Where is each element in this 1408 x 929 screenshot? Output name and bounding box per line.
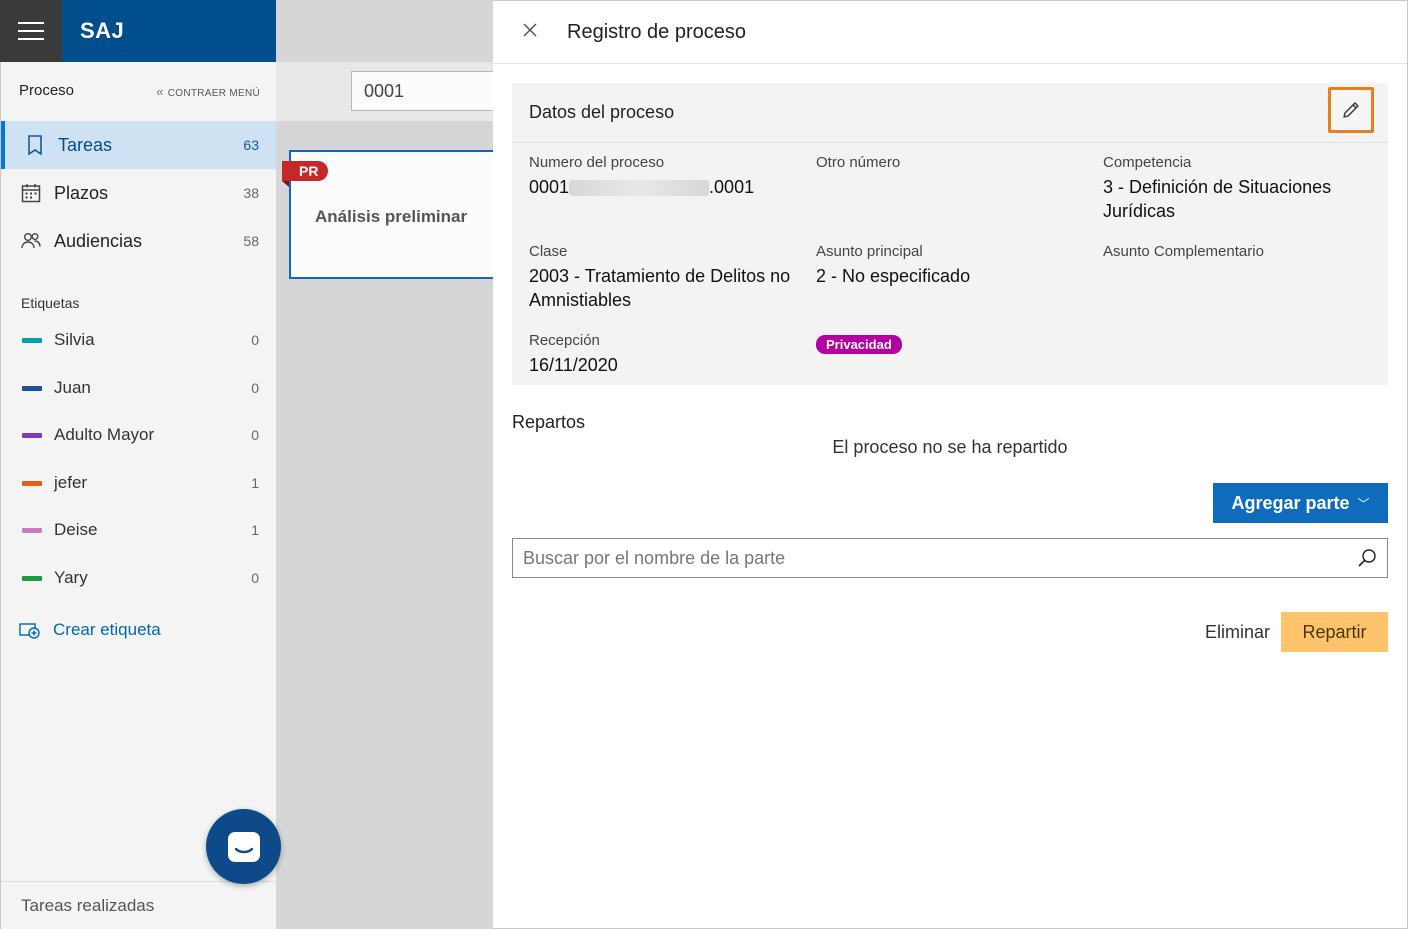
repartos-empty-message: El proceso no se ha repartido bbox=[832, 437, 1068, 457]
section-title: Datos del proceso bbox=[529, 102, 675, 122]
close-icon[interactable] bbox=[521, 21, 539, 39]
create-tag-link[interactable]: Crear etiqueta bbox=[19, 620, 161, 640]
tag-color-swatch bbox=[22, 481, 42, 486]
bookmark-icon bbox=[28, 135, 42, 155]
process-data-section: Datos del proceso Numero del proceso 000… bbox=[512, 83, 1388, 385]
add-party-button[interactable]: Agregar parte ﹀ bbox=[1213, 483, 1388, 523]
search-icon[interactable] bbox=[1357, 548, 1377, 568]
party-search-field bbox=[512, 538, 1388, 578]
sidebar-item-plazos[interactable]: Plazos 38 bbox=[1, 169, 277, 217]
calendar-icon bbox=[21, 184, 41, 203]
hamburger-menu-icon[interactable] bbox=[0, 0, 62, 62]
field-asunto-complementario: Asunto Complementario bbox=[1103, 243, 1264, 260]
distribute-button[interactable]: Repartir bbox=[1281, 612, 1388, 652]
sidebar-title: Proceso bbox=[19, 82, 75, 99]
field-otro-numero: Otro número bbox=[816, 154, 901, 171]
collapse-menu-button[interactable]: «CONTRAER MENÚ bbox=[156, 84, 260, 99]
field-asunto-principal: Asunto principal 2 - No especificado bbox=[816, 243, 971, 286]
tag-item-silvia[interactable]: Silvia 0 bbox=[1, 318, 277, 365]
pencil-icon bbox=[1343, 102, 1359, 118]
tag-item-juan[interactable]: Juan 0 bbox=[1, 366, 277, 413]
chat-icon bbox=[227, 831, 260, 862]
sidebar-item-audiencias[interactable]: Audiencias 58 bbox=[1, 217, 277, 265]
task-card-title: Análisis preliminar bbox=[315, 207, 468, 226]
repartos-heading: Repartos bbox=[512, 412, 586, 432]
chat-launcher-button[interactable] bbox=[206, 809, 281, 884]
sidebar: Proceso «CONTRAER MENÚ Tareas 63 Plazos … bbox=[0, 62, 277, 929]
tags-heading: Etiquetas bbox=[21, 295, 80, 311]
tag-color-swatch bbox=[22, 433, 42, 438]
chevron-down-icon: ﹀ bbox=[1357, 496, 1370, 511]
tag-item-deise[interactable]: Deise 1 bbox=[1, 508, 277, 555]
app-brand: SAJ bbox=[80, 18, 125, 43]
tag-color-swatch bbox=[22, 528, 42, 533]
delete-button[interactable]: Eliminar bbox=[1205, 622, 1270, 643]
tag-item-jefer[interactable]: jefer 1 bbox=[1, 461, 277, 508]
task-phase-badge: PR bbox=[282, 161, 329, 187]
tag-color-swatch bbox=[22, 338, 42, 343]
redacted-number bbox=[569, 180, 710, 197]
process-registry-panel: Registro de proceso Datos del proceso Nu… bbox=[493, 0, 1408, 929]
field-recepcion: Recepción 16/11/2020 bbox=[529, 332, 618, 375]
tag-item-adulto-mayor[interactable]: Adulto Mayor 0 bbox=[1, 413, 277, 460]
tag-item-yary[interactable]: Yary 0 bbox=[1, 556, 277, 603]
field-clase: Clase 2003 - Tratamiento de Delitos no A… bbox=[529, 243, 791, 310]
people-icon bbox=[21, 233, 41, 249]
double-chevron-left-icon: « bbox=[156, 84, 164, 99]
tag-color-swatch bbox=[22, 576, 42, 581]
task-board: 0001 PR Análisis preliminar bbox=[276, 0, 511, 929]
panel-title: Registro de proceso bbox=[567, 21, 746, 43]
section-header: Datos del proceso bbox=[512, 83, 1388, 143]
completed-tasks-footer[interactable]: Tareas realizadas bbox=[1, 881, 277, 929]
process-search-input[interactable]: 0001 bbox=[351, 71, 511, 111]
panel-header: Registro de proceso bbox=[493, 1, 1407, 64]
board-toolbar: 0001 bbox=[276, 62, 511, 121]
field-competencia: Competencia 3 - Definición de Situacione… bbox=[1103, 154, 1332, 221]
party-search-input[interactable] bbox=[513, 539, 1343, 577]
privacy-badge: Privacidad bbox=[816, 335, 902, 354]
add-tag-icon bbox=[19, 623, 40, 639]
tag-color-swatch bbox=[22, 386, 42, 391]
edit-button[interactable] bbox=[1328, 87, 1374, 133]
task-card[interactable]: PR Análisis preliminar bbox=[282, 150, 509, 279]
sidebar-item-tareas[interactable]: Tareas 63 bbox=[1, 121, 277, 169]
field-numero-proceso: Numero del proceso 0001.0001 bbox=[529, 154, 755, 197]
